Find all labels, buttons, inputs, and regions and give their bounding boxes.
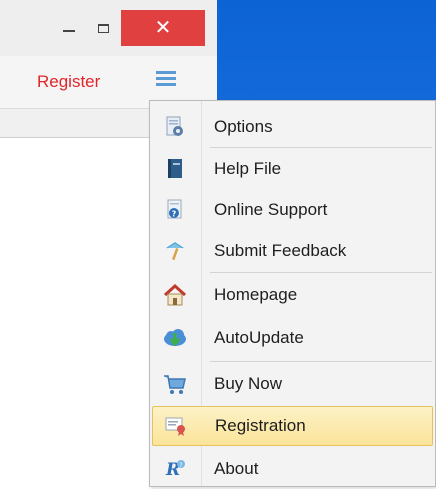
svg-text:?: ? (179, 462, 182, 469)
menu-item-label: Online Support (214, 200, 328, 219)
online-support-icon: ? (152, 190, 198, 230)
menu-item-buy-now[interactable]: Buy Now (152, 364, 433, 404)
close-icon: ✕ (154, 17, 172, 39)
menu-separator (210, 272, 432, 273)
menu-item-homepage[interactable]: Homepage (152, 275, 433, 315)
home-icon (152, 275, 198, 315)
certificate-icon (153, 406, 199, 446)
register-link[interactable]: Register (37, 72, 100, 92)
maximize-icon (97, 23, 109, 33)
dropdown-menu: Options Help File ? Online Support Submi… (149, 100, 436, 487)
menu-item-options[interactable]: Options (152, 107, 433, 147)
menu-separator (210, 147, 432, 148)
minimize-button[interactable] (52, 10, 86, 46)
svg-text:?: ? (172, 210, 177, 219)
close-button[interactable]: ✕ (121, 10, 205, 46)
menu-item-label: Help File (214, 159, 282, 178)
menu-item-label: AutoUpdate (214, 328, 304, 347)
maximize-button[interactable] (86, 10, 120, 46)
minimize-icon (63, 30, 75, 32)
menu-item-submit-feedback[interactable]: Submit Feedback (152, 231, 433, 271)
menu-item-label: Homepage (214, 285, 298, 304)
menu-item-label: About (214, 459, 259, 478)
title-bar: ✕ (0, 0, 217, 57)
shopping-cart-icon (152, 364, 198, 404)
menu-item-label: Options (214, 117, 273, 136)
menu-separator (210, 361, 432, 362)
menu-item-label: Buy Now (214, 374, 283, 393)
hamburger-menu-icon[interactable] (147, 58, 185, 98)
menu-item-label: Registration (215, 416, 306, 435)
menu-item-autoupdate[interactable]: AutoUpdate (152, 318, 433, 358)
cloud-download-icon (152, 318, 198, 358)
options-icon (152, 107, 198, 147)
menu-item-online-support[interactable]: ? Online Support (152, 190, 433, 230)
menu-item-label: Submit Feedback (214, 241, 347, 260)
help-book-icon (152, 149, 198, 189)
menu-item-help-file[interactable]: Help File (152, 149, 433, 189)
about-icon: R ? (152, 449, 198, 489)
menu-item-about[interactable]: R ? About (152, 449, 433, 489)
menu-item-registration[interactable]: Registration (152, 406, 433, 446)
feedback-icon (152, 231, 198, 271)
